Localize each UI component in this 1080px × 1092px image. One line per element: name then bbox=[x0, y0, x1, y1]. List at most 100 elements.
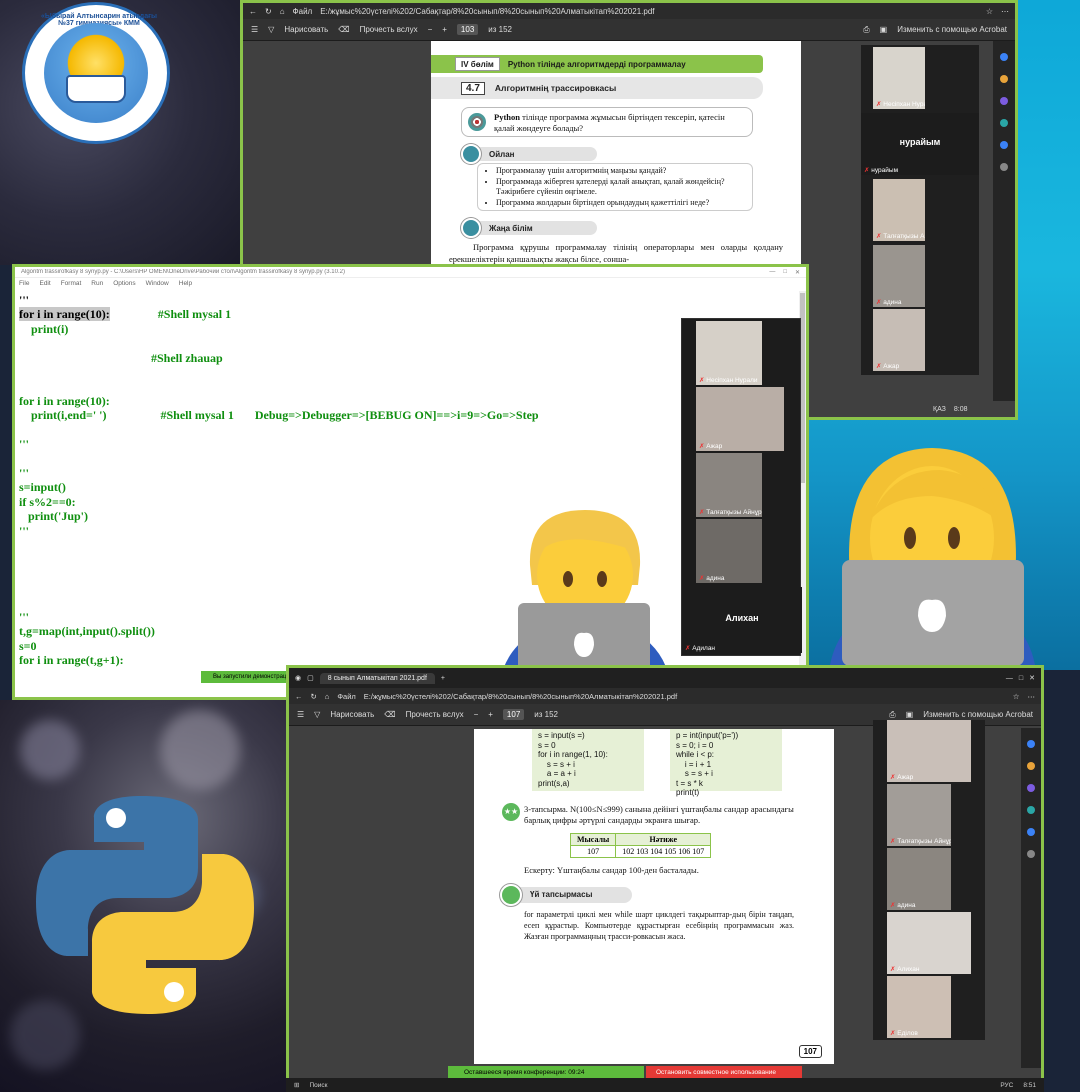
address-path[interactable]: E:/жұмыс%20үстелі%202/Сабақтар/8%20сынып… bbox=[364, 692, 1005, 701]
maximize-icon[interactable]: □ bbox=[783, 269, 787, 275]
home-icon[interactable]: ⌂ bbox=[325, 692, 330, 701]
video-tile[interactable]: адина bbox=[696, 519, 762, 583]
highlight-icon[interactable]: ▽ bbox=[314, 710, 320, 719]
code-line[interactable]: ''' bbox=[19, 293, 539, 307]
draw-button[interactable]: Нарисовать bbox=[330, 710, 374, 719]
minimize-icon[interactable]: — bbox=[1006, 675, 1013, 682]
menu-format[interactable]: Format bbox=[61, 280, 82, 287]
tools-icon[interactable] bbox=[1000, 97, 1008, 105]
video-tile[interactable]: адина bbox=[873, 245, 925, 307]
code-line[interactable] bbox=[19, 379, 539, 393]
video-tile[interactable]: Ажар bbox=[696, 387, 784, 451]
code-line[interactable] bbox=[19, 451, 539, 465]
highlight-icon[interactable]: ▽ bbox=[268, 25, 274, 34]
code-line[interactable]: #Shell zhauap bbox=[19, 351, 539, 365]
code-line[interactable] bbox=[19, 538, 539, 552]
close-icon[interactable]: ✕ bbox=[795, 269, 800, 276]
taskbar-search[interactable]: Поиск bbox=[309, 1082, 327, 1089]
code-line[interactable] bbox=[19, 581, 539, 595]
video-tile[interactable]: Несіпхан Нурали bbox=[873, 47, 925, 109]
code-line[interactable]: t,g=map(int,input().split()) bbox=[19, 624, 539, 638]
code-editor[interactable]: ''' for i in range(10): #Shell mysal 1 pr… bbox=[19, 293, 539, 668]
menu-window[interactable]: Window bbox=[146, 280, 169, 287]
edit-with-acrobat-button[interactable]: Изменить с помощью Acrobat bbox=[897, 25, 1007, 34]
back-icon[interactable]: ← bbox=[249, 7, 257, 16]
code-line[interactable] bbox=[19, 596, 539, 610]
video-tile[interactable]: адина bbox=[887, 848, 951, 910]
code-line[interactable]: s=0 bbox=[19, 639, 539, 653]
games-icon[interactable] bbox=[1027, 806, 1035, 814]
windows-start-icon[interactable]: ⊞ bbox=[294, 1081, 299, 1089]
close-icon[interactable]: ✕ bbox=[1029, 674, 1041, 682]
language-indicator[interactable]: ҚАЗ bbox=[933, 406, 946, 413]
draw-button[interactable]: Нарисовать bbox=[284, 25, 328, 34]
refresh-icon[interactable]: ↻ bbox=[311, 692, 317, 701]
video-tile[interactable]: Ажар bbox=[887, 720, 971, 782]
toc-icon[interactable]: ☰ bbox=[297, 710, 304, 719]
menu-file[interactable]: File bbox=[19, 280, 29, 287]
zoom-in-icon[interactable]: + bbox=[488, 710, 493, 719]
search-icon[interactable] bbox=[1000, 53, 1008, 61]
conference-time-bar[interactable]: Оставшееся время конференции: 09:24 bbox=[448, 1066, 644, 1078]
stop-sharing-button[interactable]: Остановить совместное использование bbox=[646, 1066, 802, 1078]
shopping-icon[interactable] bbox=[1027, 762, 1035, 770]
video-tile[interactable]: нурайым нурайым bbox=[861, 113, 979, 175]
favorites-icon[interactable]: ☆ bbox=[1013, 692, 1020, 701]
favorites-icon[interactable]: ☆ bbox=[986, 7, 993, 16]
tools-icon[interactable] bbox=[1027, 784, 1035, 792]
menu-options[interactable]: Options bbox=[113, 280, 135, 287]
search-icon[interactable] bbox=[1027, 740, 1035, 748]
print-icon[interactable]: ⎙ bbox=[889, 710, 895, 720]
video-tile[interactable]: Алихан Адилан bbox=[682, 587, 802, 653]
tab-pdf[interactable]: 8 сынып Алматыкітап 2021.pdf bbox=[319, 672, 435, 684]
video-tile[interactable]: Алихан bbox=[887, 912, 971, 974]
video-tile[interactable]: Талғатқызы Айнұр bbox=[887, 784, 951, 846]
add-icon[interactable] bbox=[1027, 850, 1035, 858]
code-line[interactable] bbox=[19, 336, 539, 350]
code-line[interactable]: for i in range(10): bbox=[19, 394, 539, 408]
back-icon[interactable]: ← bbox=[295, 692, 303, 701]
workspaces-icon[interactable]: ▢ bbox=[307, 674, 314, 682]
zoom-in-icon[interactable]: + bbox=[442, 25, 447, 34]
menu-help[interactable]: Help bbox=[179, 280, 192, 287]
address-path[interactable]: E:/жұмыс%20үстелі%202/Сабақтар/8%20сынып… bbox=[320, 7, 978, 16]
refresh-icon[interactable]: ↻ bbox=[265, 7, 272, 16]
add-icon[interactable] bbox=[1000, 163, 1008, 171]
read-aloud-button[interactable]: Прочесть вслух bbox=[360, 25, 418, 34]
zoom-out-icon[interactable]: − bbox=[428, 25, 433, 34]
video-tile[interactable]: Талғатқызы Айнұр bbox=[873, 179, 925, 241]
code-line[interactable] bbox=[19, 552, 539, 566]
menu-run[interactable]: Run bbox=[91, 280, 103, 287]
print-icon[interactable]: ⎙ bbox=[863, 25, 869, 35]
code-line[interactable]: print(i) bbox=[19, 322, 539, 336]
code-line[interactable]: if s%2==0: bbox=[19, 495, 539, 509]
office-icon[interactable] bbox=[1000, 141, 1008, 149]
code-line[interactable]: ''' bbox=[19, 524, 539, 538]
profile-icon[interactable]: ◉ bbox=[295, 674, 301, 682]
edit-with-acrobat-button[interactable]: Изменить с помощью Acrobat bbox=[923, 710, 1033, 719]
video-tile[interactable]: Еділов bbox=[887, 976, 951, 1038]
video-tile[interactable]: Несіпхан Нурали bbox=[696, 321, 762, 385]
code-line[interactable] bbox=[19, 423, 539, 437]
erase-icon[interactable]: ⌫ bbox=[384, 710, 395, 719]
toc-icon[interactable]: ☰ bbox=[251, 25, 258, 34]
menu-edit[interactable]: Edit bbox=[39, 280, 50, 287]
erase-icon[interactable]: ⌫ bbox=[338, 25, 349, 34]
more-icon[interactable]: ⋯ bbox=[1028, 692, 1036, 701]
office-icon[interactable] bbox=[1027, 828, 1035, 836]
save-icon[interactable]: ▣ bbox=[880, 25, 888, 34]
code-line[interactable] bbox=[19, 365, 539, 379]
new-tab-icon[interactable]: + bbox=[441, 675, 445, 682]
read-aloud-button[interactable]: Прочесть вслух bbox=[406, 710, 464, 719]
code-line[interactable]: s=input() bbox=[19, 480, 539, 494]
more-icon[interactable]: ⋯ bbox=[1001, 7, 1009, 16]
code-line[interactable]: print(i,end=' ') #Shell mysal 1 Debug=>D… bbox=[19, 408, 539, 422]
games-icon[interactable] bbox=[1000, 119, 1008, 127]
shopping-icon[interactable] bbox=[1000, 75, 1008, 83]
video-tile[interactable]: Ажар bbox=[873, 309, 925, 371]
page-number-input[interactable]: 103 bbox=[456, 24, 479, 35]
home-icon[interactable]: ⌂ bbox=[280, 7, 285, 16]
code-line[interactable]: ''' bbox=[19, 610, 539, 624]
minimize-icon[interactable]: — bbox=[769, 269, 775, 275]
code-line[interactable]: print('Jup') bbox=[19, 509, 539, 523]
